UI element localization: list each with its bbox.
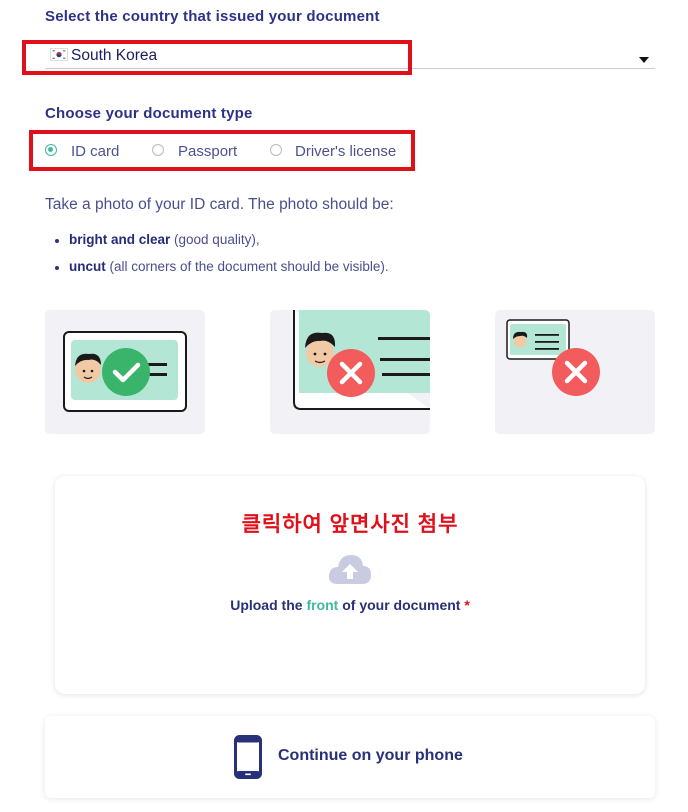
smartphone-icon <box>234 735 262 784</box>
instructions-intro: Take a photo of your ID card. The photo … <box>45 196 394 213</box>
bullet-item: uncut (all corners of the document shoul… <box>55 259 389 274</box>
id-card-too-far-example-icon <box>506 319 600 396</box>
bullet-rest: (all corners of the document should be v… <box>105 259 389 274</box>
bullet-item: bright and clear (good quality), <box>55 232 260 247</box>
upload-front-dropzone[interactable]: 클릭하여 앞면사진 첨부 Upload the front of your do… <box>55 476 645 694</box>
bullet-bold: bright and clear <box>69 232 171 247</box>
continue-on-phone-label[interactable]: Continue on your phone <box>278 747 463 765</box>
bullet-dot <box>55 239 59 243</box>
cloud-upload-icon <box>328 552 372 591</box>
radio-label-id-card[interactable]: ID card <box>71 143 119 160</box>
required-mark: * <box>464 597 470 613</box>
country-heading: Select the country that issued your docu… <box>45 8 380 25</box>
id-card-good-example-icon <box>63 331 187 412</box>
check-icon <box>102 348 150 396</box>
radio-button[interactable] <box>270 144 282 156</box>
continue-on-phone-button[interactable]: Continue on your phone <box>45 716 655 798</box>
caret-down-icon[interactable] <box>639 57 649 63</box>
doc-type-heading: Choose your document type <box>45 105 253 122</box>
selected-country[interactable]: South Korea <box>71 47 157 65</box>
example-tile-good <box>45 310 205 434</box>
upload-annotation: 클릭하여 앞면사진 첨부 <box>241 513 459 536</box>
bullet-dot <box>55 266 59 270</box>
bullet-bold: uncut <box>69 259 106 274</box>
upload-instruction: Upload the front of your document * <box>55 597 645 613</box>
upload-text-suffix: of your document <box>338 597 461 613</box>
bullet-rest: (good quality), <box>170 232 260 247</box>
example-tile-too-far <box>495 310 655 434</box>
radio-label-passport[interactable]: Passport <box>178 143 237 160</box>
upload-text-front: front <box>306 597 339 613</box>
south-korea-flag-icon <box>50 48 68 61</box>
radio-label-drivers-license[interactable]: Driver's license <box>295 143 396 160</box>
radio-button[interactable] <box>152 144 164 156</box>
example-tile-cropped <box>270 310 430 434</box>
radio-button-checked[interactable] <box>45 144 57 156</box>
upload-text-prefix: Upload the <box>230 597 307 613</box>
id-card-cropped-example-icon <box>293 310 430 410</box>
